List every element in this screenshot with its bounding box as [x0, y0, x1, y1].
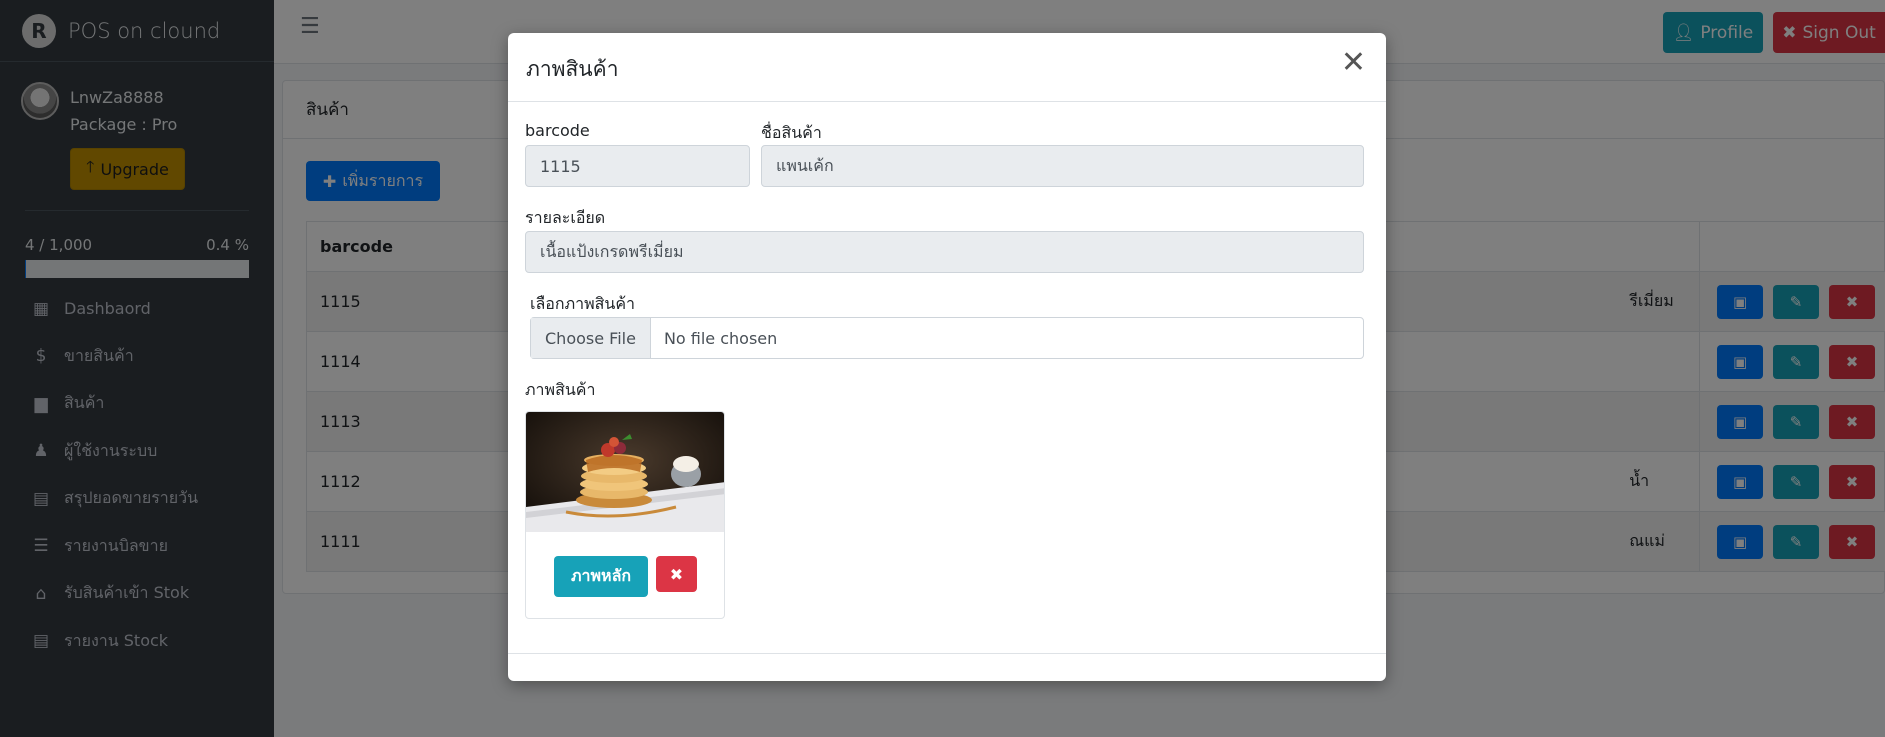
- choose-image-label: เลือกภาพสินค้า: [530, 294, 636, 313]
- delete-image-button[interactable]: ✖: [656, 556, 697, 592]
- close-icon: ✖: [669, 564, 684, 584]
- file-status: No file chosen: [663, 328, 778, 348]
- close-icon[interactable]: ✕: [1341, 45, 1366, 80]
- modal-header: ภาพสินค้า ✕: [508, 33, 1386, 102]
- barcode-field: 1115: [525, 145, 750, 187]
- detail-field: เนื้อแป้งเกรดพรีเมี่ยม: [525, 231, 1364, 273]
- image-file-input[interactable]: Choose File No file chosen: [530, 317, 1364, 359]
- product-name-field: แพนเค้ก: [761, 145, 1364, 187]
- detail-label: รายละเอียด: [525, 208, 606, 227]
- modal-title: ภาพสินค้า: [526, 57, 619, 81]
- product-image-modal: ภาพสินค้า ✕ barcode 1115 ชื่อสินค้า แพนเ…: [508, 33, 1386, 681]
- barcode-label: barcode: [525, 121, 590, 140]
- product-image-label: ภาพสินค้า: [525, 380, 596, 399]
- set-main-image-button[interactable]: ภาพหลัก: [554, 556, 648, 597]
- product-image: [526, 412, 724, 532]
- choose-file-button[interactable]: Choose File: [531, 318, 651, 358]
- modal-footer: [508, 653, 1386, 654]
- image-card: ภาพหลัก ✖: [525, 411, 725, 619]
- product-name-label: ชื่อสินค้า: [761, 123, 822, 142]
